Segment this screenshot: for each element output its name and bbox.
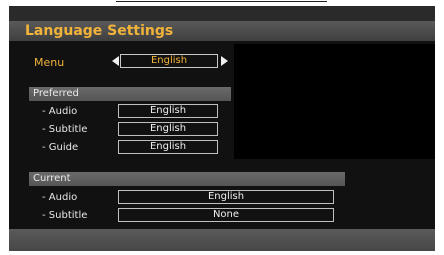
preferred-audio-label: - Audio <box>42 106 78 117</box>
preferred-guide-selector[interactable]: English <box>118 140 218 154</box>
left-arrow-icon[interactable] <box>112 56 119 66</box>
current-audio-label: - Audio <box>42 192 78 203</box>
preferred-audio-selector[interactable]: English <box>118 104 218 118</box>
top-divider <box>116 1 327 2</box>
page-title: Language Settings <box>25 23 174 39</box>
right-arrow-icon[interactable] <box>221 56 228 66</box>
preferred-subtitle-selector[interactable]: English <box>118 122 218 136</box>
current-subtitle-label: - Subtitle <box>42 210 88 221</box>
menu-language-selector[interactable]: English <box>120 54 218 68</box>
video-preview <box>234 44 435 159</box>
menu-language-label: Menu <box>34 56 65 69</box>
preferred-guide-label: - Guide <box>42 142 79 153</box>
bottom-bar <box>9 229 435 251</box>
current-section-header: Current <box>29 172 345 186</box>
preferred-subtitle-label: - Subtitle <box>42 124 88 135</box>
current-audio-value: English <box>118 190 334 204</box>
preferred-section-header: Preferred <box>29 87 231 101</box>
current-subtitle-value: None <box>118 208 334 222</box>
